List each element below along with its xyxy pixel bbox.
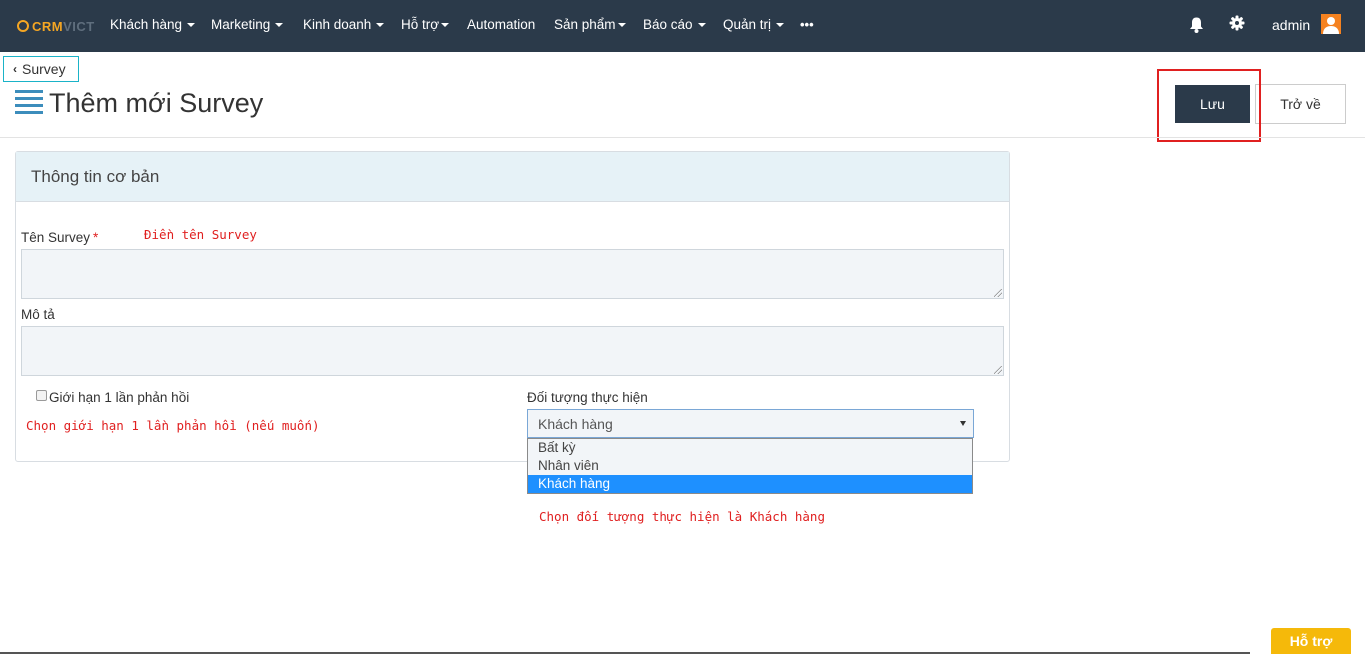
nav-automation[interactable]: Automation bbox=[467, 17, 535, 32]
bell-icon[interactable] bbox=[1188, 16, 1205, 39]
caret-down-icon bbox=[187, 23, 196, 28]
logo-icon bbox=[17, 20, 29, 32]
resize-handle[interactable] bbox=[994, 289, 1002, 297]
breadcrumb-back-button[interactable]: ‹ Survey bbox=[3, 56, 79, 82]
target-select[interactable]: Khách hàng bbox=[527, 409, 974, 438]
annotation-limit-hint: Chọn giới hạn 1 lần phản hồi (nếu muốn) bbox=[26, 418, 320, 433]
caret-down-icon bbox=[960, 421, 966, 426]
avatar-icon[interactable] bbox=[1321, 14, 1341, 34]
nav-quan-tri[interactable]: Quản trị bbox=[723, 17, 785, 32]
annotation-name-hint: Điền tên Survey bbox=[144, 227, 257, 242]
survey-name-label-text: Tên Survey bbox=[21, 230, 91, 245]
user-name[interactable]: admin bbox=[1272, 17, 1310, 33]
more-menu-button[interactable]: ••• bbox=[800, 17, 814, 32]
option-bat-ky[interactable]: Bất kỳ bbox=[528, 439, 972, 457]
survey-name-input[interactable] bbox=[21, 249, 1004, 299]
nav-label: Automation bbox=[467, 17, 536, 32]
nav-label: Hỗ trợ bbox=[401, 17, 440, 32]
required-marker: * bbox=[93, 230, 99, 245]
nav-san-pham[interactable]: Sản phẩm bbox=[554, 17, 626, 32]
survey-name-label: Tên Survey * bbox=[21, 230, 98, 245]
back-button[interactable]: Trở về bbox=[1255, 84, 1346, 124]
nav-kinh-doanh[interactable]: Kinh doanh bbox=[303, 17, 385, 32]
nav-label: Marketing bbox=[211, 17, 271, 32]
top-navbar: CRM VICT Khách hàng Marketing Kinh doanh… bbox=[0, 0, 1365, 52]
caret-down-icon bbox=[275, 23, 284, 28]
panel-title: Thông tin cơ bản bbox=[31, 167, 160, 186]
nav-marketing[interactable]: Marketing bbox=[211, 17, 284, 32]
annotation-target-hint: Chọn đối tượng thực hiện là Khách hàng bbox=[539, 509, 825, 524]
caret-down-icon bbox=[441, 23, 450, 28]
logo-text-vict: VICT bbox=[63, 18, 95, 34]
header-divider bbox=[0, 137, 1365, 138]
panel-header: Thông tin cơ bản bbox=[16, 152, 1009, 202]
description-label: Mô tả bbox=[21, 307, 55, 322]
nav-label: Báo cáo bbox=[643, 17, 693, 32]
logo-text-crm: CRM bbox=[32, 18, 64, 34]
nav-label: Quản trị bbox=[723, 17, 772, 32]
limit-response-label[interactable]: Giới hạn 1 lần phản hồi bbox=[49, 390, 189, 405]
target-dropdown-list: Bất kỳ Nhân viên Khách hàng bbox=[527, 438, 973, 494]
caret-down-icon bbox=[697, 23, 706, 28]
gear-icon[interactable] bbox=[1229, 15, 1245, 36]
breadcrumb-label: Survey bbox=[22, 61, 66, 77]
caret-down-icon bbox=[776, 23, 785, 28]
chevron-left-icon: ‹ bbox=[13, 62, 17, 76]
nav-khach-hang[interactable]: Khách hàng bbox=[110, 17, 196, 32]
annotation-highlight-box bbox=[1157, 69, 1261, 142]
nav-label: Khách hàng bbox=[110, 17, 183, 32]
caret-down-icon bbox=[376, 23, 385, 28]
nav-ho-tro[interactable]: Hỗ trợ bbox=[401, 17, 450, 32]
page-title: Thêm mới Survey bbox=[49, 88, 264, 118]
resize-handle[interactable] bbox=[994, 366, 1002, 374]
target-label: Đối tượng thực hiện bbox=[527, 390, 648, 405]
nav-bao-cao[interactable]: Báo cáo bbox=[643, 17, 706, 32]
nav-label: Sản phẩm bbox=[554, 17, 616, 32]
support-button[interactable]: Hỗ trợ bbox=[1271, 628, 1351, 654]
target-selected-value: Khách hàng bbox=[538, 415, 613, 432]
description-input[interactable] bbox=[21, 326, 1004, 376]
limit-response-checkbox[interactable] bbox=[36, 390, 47, 401]
option-khach-hang[interactable]: Khách hàng bbox=[528, 475, 972, 493]
app-logo[interactable]: CRM VICT bbox=[17, 16, 95, 36]
list-icon bbox=[15, 90, 43, 114]
nav-label: Kinh doanh bbox=[303, 17, 372, 32]
option-nhan-vien[interactable]: Nhân viên bbox=[528, 457, 972, 475]
caret-down-icon bbox=[617, 23, 626, 28]
